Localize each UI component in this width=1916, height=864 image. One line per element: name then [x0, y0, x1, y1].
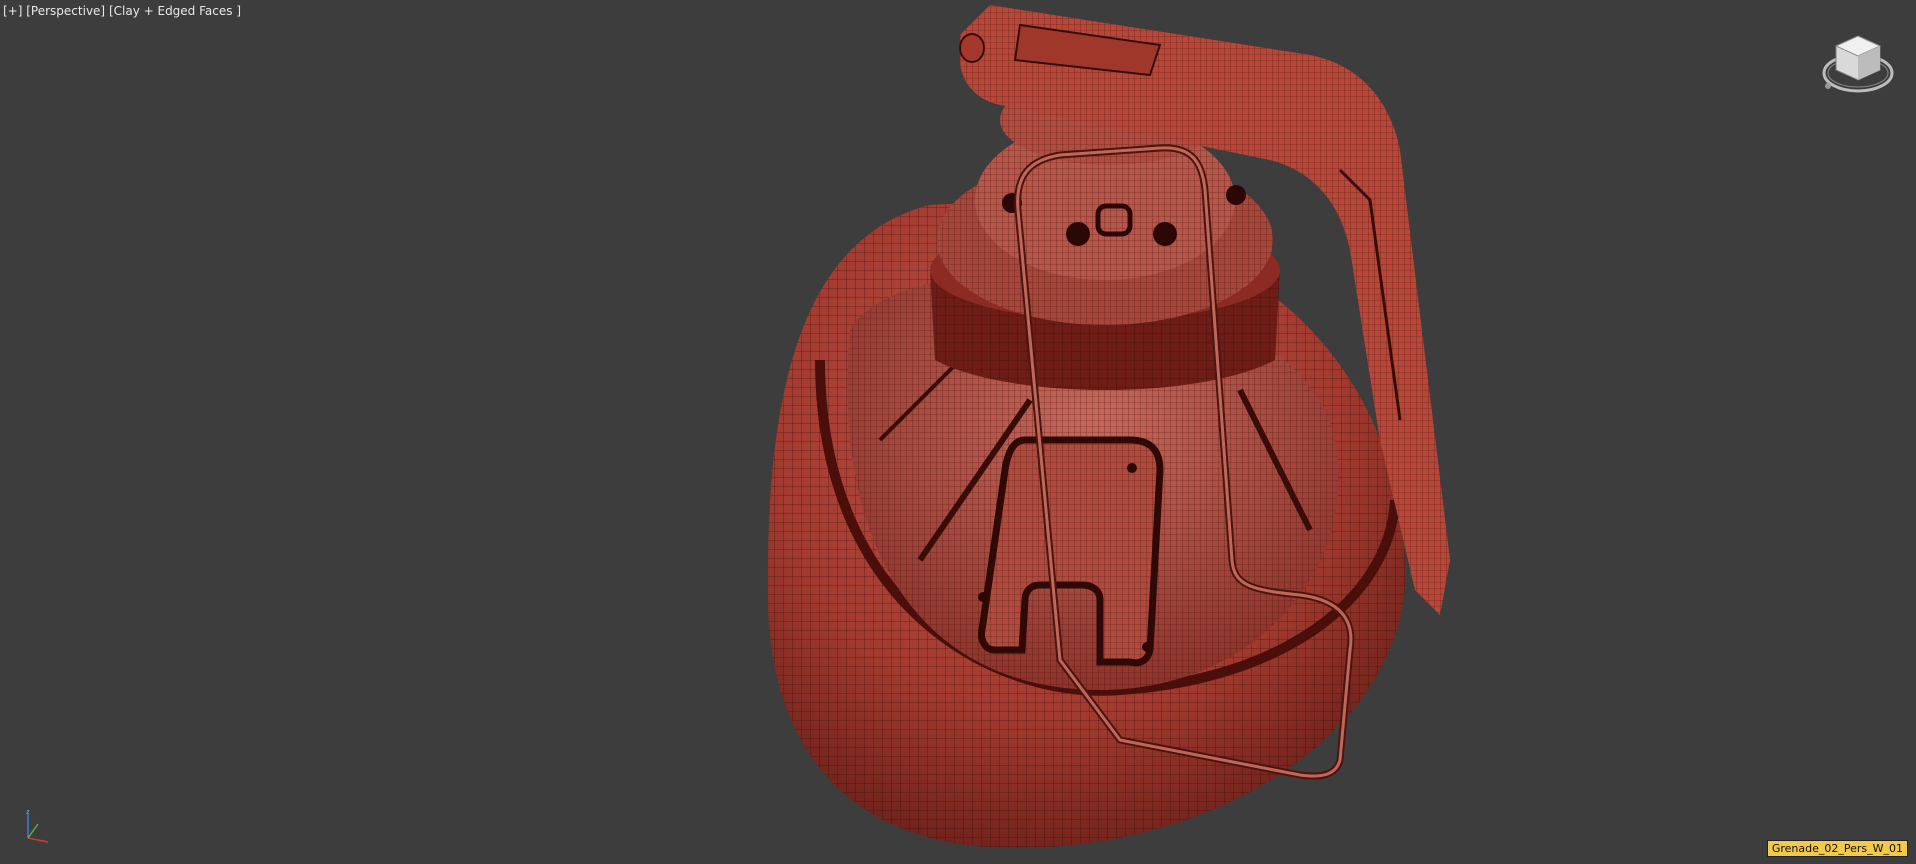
- shading-mode-button[interactable]: [Clay + Edged Faces ]: [109, 4, 241, 18]
- camera-name-label[interactable]: Grenade_02_Pers_W_01: [1766, 840, 1908, 857]
- viewport-label: [+] [Perspective] [Clay + Edged Faces ]: [3, 4, 241, 18]
- viewcube-icon[interactable]: [1818, 28, 1898, 98]
- viewport-menu-button[interactable]: [+]: [3, 4, 22, 18]
- svg-text:z: z: [26, 808, 30, 816]
- view-type-button[interactable]: [Perspective]: [26, 4, 105, 18]
- viewport-perspective[interactable]: [+] [Perspective] [Clay + Edged Faces ] …: [0, 0, 1916, 864]
- axis-tripod-icon: z: [26, 808, 49, 843]
- grenade-model[interactable]: [0, 0, 1916, 864]
